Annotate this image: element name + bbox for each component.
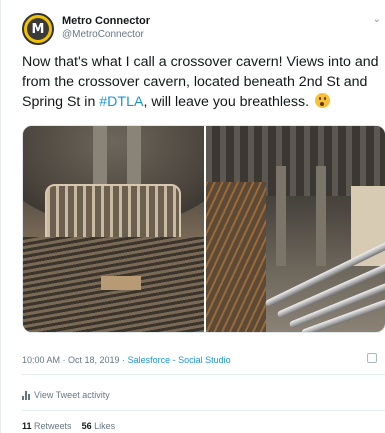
- bar-chart-icon: [22, 390, 30, 400]
- support-column: [276, 166, 286, 266]
- retweets-label: Retweets: [34, 421, 72, 431]
- author-handle[interactable]: @MetroConnector: [62, 29, 144, 40]
- author-name[interactable]: Metro Connector: [62, 15, 150, 27]
- activity-label: View Tweet activity: [34, 390, 110, 400]
- divider: [22, 374, 385, 375]
- retweets-count: 11: [22, 421, 32, 431]
- avatar[interactable]: M: [22, 13, 54, 45]
- divider: [22, 410, 385, 411]
- hashtag-link[interactable]: #DTLA: [99, 94, 143, 110]
- likes-label: Likes: [94, 421, 116, 431]
- timestamp[interactable]: 10:00 AM · Oct 18, 2019 ·: [22, 355, 128, 365]
- tweet-text-part2: , will leave you breathless.: [143, 94, 313, 110]
- tweet-card: M Metro Connector @MetroConnector ⌄ Now …: [0, 0, 385, 433]
- avatar-letter: M: [27, 18, 49, 40]
- tweet-header: M Metro Connector @MetroConnector ⌄: [22, 10, 385, 46]
- tweet-stats: 11 Retweets 56 Likes: [22, 421, 115, 431]
- cavern-photo-left[interactable]: [23, 126, 204, 332]
- astonished-face-emoji-icon: [315, 93, 330, 108]
- chevron-down-icon[interactable]: ⌄: [373, 14, 381, 25]
- likes-stat[interactable]: 56 Likes: [82, 421, 116, 431]
- tweet-activity-link[interactable]: View Tweet activity: [22, 390, 110, 400]
- rebar-wall: [206, 182, 266, 332]
- retweets-stat[interactable]: 11 Retweets: [22, 421, 72, 431]
- tweet-meta: 10:00 AM · Oct 18, 2019 · Salesforce - S…: [22, 355, 231, 365]
- cavern-photo-right[interactable]: [206, 126, 385, 332]
- tweet-text: Now that's what I call a crossover caver…: [22, 52, 382, 112]
- tweet-media: [22, 125, 385, 333]
- source-link[interactable]: Salesforce - Social Studio: [128, 355, 231, 365]
- support-column: [316, 166, 326, 266]
- likes-count: 56: [81, 421, 92, 431]
- analytics-icon[interactable]: [367, 353, 377, 363]
- formwork-box: [101, 276, 141, 290]
